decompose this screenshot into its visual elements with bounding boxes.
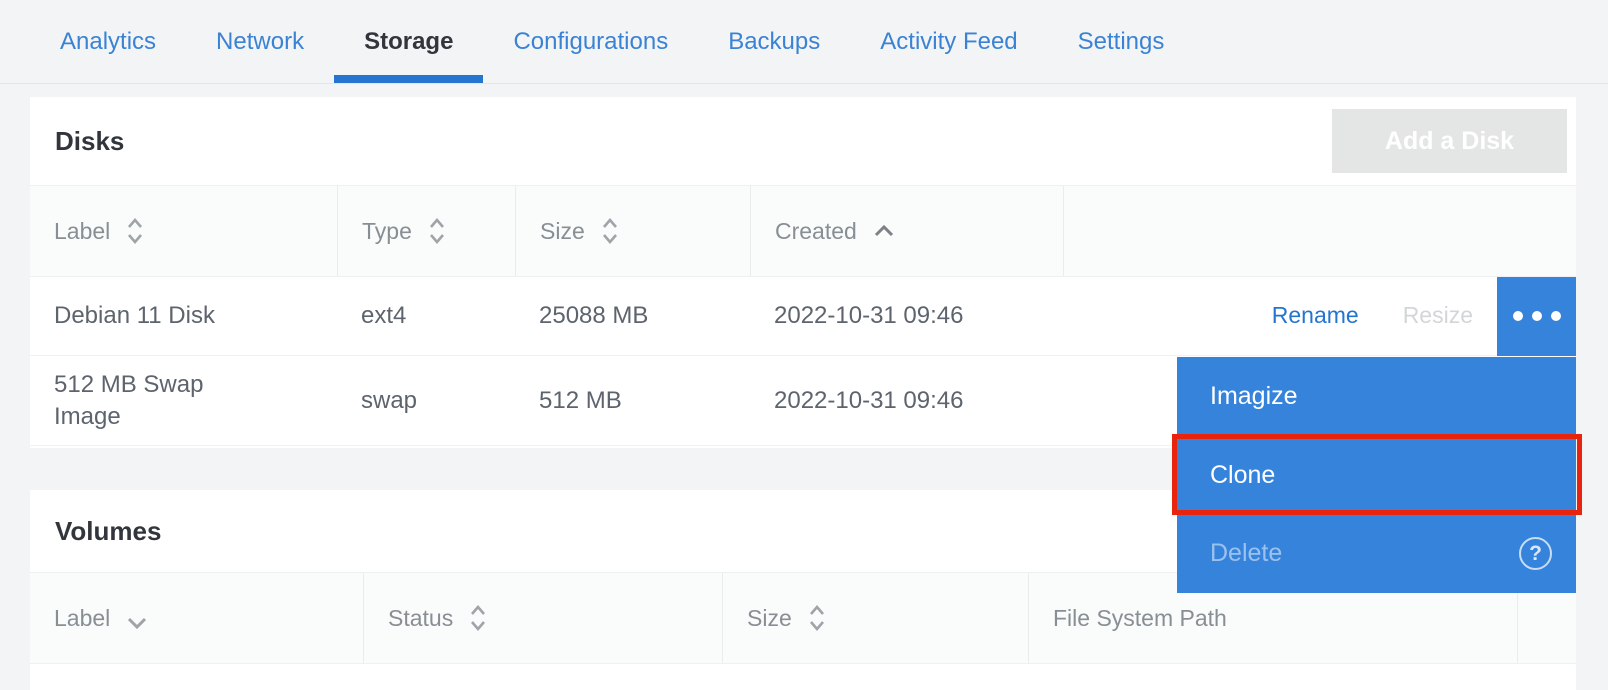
ellipsis-dot-icon (1532, 311, 1542, 321)
disks-column-label-text: Label (54, 218, 110, 245)
disk-type-cell: swap (337, 356, 515, 445)
tab-configurations[interactable]: Configurations (483, 0, 698, 83)
table-row-debian-disk: Debian 11 Disk ext4 25088 MB 2022-10-31 … (30, 277, 1576, 356)
sort-both-icon (468, 602, 488, 634)
disks-column-created-text: Created (775, 218, 857, 245)
disk-size-cell: 512 MB (515, 356, 750, 445)
menu-item-clone[interactable]: Clone (1177, 436, 1576, 515)
tab-backups[interactable]: Backups (698, 0, 850, 83)
more-actions-button[interactable] (1497, 277, 1576, 356)
add-a-disk-button[interactable]: Add a Disk (1332, 109, 1567, 173)
disks-column-created[interactable]: Created (750, 186, 1063, 276)
volumes-column-label[interactable]: Label (30, 573, 363, 663)
sort-desc-icon (125, 615, 149, 631)
disks-column-label[interactable]: Label (30, 186, 337, 276)
volumes-column-status[interactable]: Status (363, 573, 722, 663)
disks-column-type[interactable]: Type (337, 186, 515, 276)
disks-title: Disks (55, 126, 124, 157)
volumes-column-size-text: Size (747, 605, 792, 632)
disk-actions-menu: Imagize Clone Delete ? (1177, 357, 1576, 593)
disk-created-cell: 2022-10-31 09:46 (750, 277, 1063, 355)
tab-storage[interactable]: Storage (334, 0, 483, 83)
disks-column-actions (1063, 186, 1576, 276)
volumes-column-size[interactable]: Size (722, 573, 1028, 663)
resize-button[interactable]: Resize (1403, 301, 1473, 331)
menu-item-delete-label: Delete (1210, 539, 1282, 568)
tab-network[interactable]: Network (186, 0, 334, 83)
disks-column-size-text: Size (540, 218, 585, 245)
volumes-column-path-text: File System Path (1053, 605, 1227, 632)
tab-activity-feed[interactable]: Activity Feed (850, 0, 1047, 83)
sort-asc-icon (872, 223, 896, 239)
rename-button[interactable]: Rename (1272, 301, 1359, 331)
disk-label-cell: Debian 11 Disk (30, 277, 337, 355)
tab-analytics[interactable]: Analytics (30, 0, 186, 83)
sort-both-icon (600, 215, 620, 247)
disks-column-type-text: Type (362, 218, 412, 245)
sort-both-icon (427, 215, 447, 247)
disk-size-cell: 25088 MB (515, 277, 750, 355)
disk-type-cell: ext4 (337, 277, 515, 355)
menu-item-delete[interactable]: Delete ? (1177, 514, 1576, 593)
disk-actions-cell: Rename Resize (1063, 277, 1576, 355)
disk-label-cell: 512 MB Swap Image (30, 356, 337, 445)
volumes-column-status-text: Status (388, 605, 453, 632)
tab-settings[interactable]: Settings (1048, 0, 1195, 83)
disks-table-header: Label Type Size Created (30, 185, 1576, 277)
sort-both-icon (125, 215, 145, 247)
disks-column-size[interactable]: Size (515, 186, 750, 276)
sort-both-icon (807, 602, 827, 634)
detail-tabbar: Analytics Network Storage Configurations… (0, 0, 1608, 84)
disk-created-cell: 2022-10-31 09:46 (750, 356, 1063, 445)
volumes-column-label-text: Label (54, 605, 110, 632)
volumes-title: Volumes (55, 516, 161, 547)
disks-panel-header: Disks Add a Disk (30, 97, 1576, 185)
ellipsis-dot-icon (1513, 311, 1523, 321)
menu-item-imagize[interactable]: Imagize (1177, 357, 1576, 436)
ellipsis-dot-icon (1551, 311, 1561, 321)
storage-page: { "tabs": [ { "label": "Analytics", "act… (0, 0, 1608, 644)
help-icon[interactable]: ? (1519, 537, 1552, 570)
